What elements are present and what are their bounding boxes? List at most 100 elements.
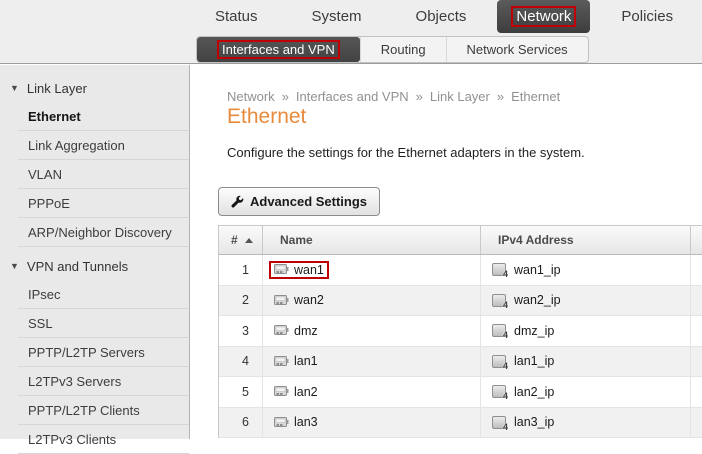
cell-extra xyxy=(691,286,702,317)
sub-tab-interfaces-and-vpn[interactable]: Interfaces and VPN xyxy=(197,37,360,62)
ipv4-address-label: dmz_ip xyxy=(514,324,554,338)
breadcrumb-separator-icon: » xyxy=(497,89,504,104)
page-description: Configure the settings for the Ethernet … xyxy=(227,145,585,160)
breadcrumb-item-ethernet[interactable]: Ethernet xyxy=(511,89,560,104)
top-tab-policies[interactable]: Policies xyxy=(598,0,696,33)
sidebar-item-pppoe[interactable]: PPPoE xyxy=(18,189,189,218)
sidebar-item-label: SSL xyxy=(28,316,53,331)
sidebar-item-label: L2TPv3 Servers xyxy=(28,374,121,389)
cell-number: 4 xyxy=(219,347,263,378)
interface-name: lan1 xyxy=(269,352,323,370)
ipv4-address-label: wan1_ip xyxy=(514,263,561,277)
cell-ipv4: 4wan2_ip xyxy=(481,286,691,317)
breadcrumb-separator-icon: » xyxy=(282,89,289,104)
cell-number: 5 xyxy=(219,377,263,408)
ipv4-object-icon: 4 xyxy=(492,355,506,368)
cell-extra xyxy=(691,316,702,347)
sidebar-item-label: PPPoE xyxy=(28,196,70,211)
top-tab-system[interactable]: System xyxy=(289,0,385,33)
advanced-settings-label: Advanced Settings xyxy=(250,194,367,209)
triangle-down-icon: ▼ xyxy=(10,262,19,271)
sidebar-item-label: L2TPv3 Clients xyxy=(28,432,116,447)
sidebar-item-vlan[interactable]: VLAN xyxy=(18,160,189,189)
table-row-lan1[interactable]: 4 lan1 4 lan1_ip xyxy=(219,347,702,378)
interface-name-label: lan1 xyxy=(294,354,318,368)
sub-tab-label: Routing xyxy=(381,42,426,57)
ipv4-address-label: lan3_ip xyxy=(514,415,554,429)
breadcrumb-separator-icon: » xyxy=(416,89,423,104)
ipv4-icon-subscript: 4 xyxy=(503,331,508,340)
network-adapter-icon xyxy=(274,294,289,307)
sidebar: ▼Link Layer Ethernet Link AggregationVLAN P… xyxy=(0,65,190,439)
sidebar-item-link-aggregation[interactable]: Link Aggregation xyxy=(18,131,189,160)
sidebar-item-pptp-l2tp-servers[interactable]: PPTP/L2TP Servers xyxy=(18,338,189,367)
sub-tab-label: Interfaces and VPN xyxy=(217,40,340,59)
table-row-lan3[interactable]: 6lan34lan3_ip xyxy=(219,408,702,439)
table-row-lan2[interactable]: 5lan24lan2_ip xyxy=(219,377,702,408)
top-tab-objects[interactable]: Objects xyxy=(393,0,490,33)
cell-extra xyxy=(691,255,702,286)
interface-name: wan2 xyxy=(269,291,329,309)
top-tab-status[interactable]: Status xyxy=(192,0,281,33)
sidebar-item-pptp-l2tp-clients[interactable]: PPTP/L2TP Clients xyxy=(18,396,189,425)
cell-ipv4: 4 lan3_ip xyxy=(481,408,691,439)
sidebar-item-ethernet[interactable]: Ethernet xyxy=(18,102,189,131)
cell-name: lan3 xyxy=(263,408,481,439)
ipv4-address: 4wan1_ip xyxy=(487,261,566,279)
top-tab-label: System xyxy=(312,8,362,25)
interfaces-table: #NameIPv4 Address 1wan14wan1_ip2wan24wan… xyxy=(218,225,702,438)
sidebar-item-label: ARP/Neighbor Discovery xyxy=(28,225,172,240)
page: { "colors": { "annotation_red": "#c00000… xyxy=(0,0,702,439)
interface-name-label: wan2 xyxy=(294,293,324,307)
page-title: Ethernet xyxy=(227,105,306,129)
ipv4-address-label: wan2_ip xyxy=(514,293,561,307)
cell-number: 3 xyxy=(219,316,263,347)
column-header-extra[interactable]: # xyxy=(219,225,263,255)
sidebar-nav: ▼Link Layer Ethernet Link AggregationVLAN P… xyxy=(0,75,189,454)
table-row-dmz[interactable]: 3 dmz 4 dmz_ip xyxy=(219,316,702,347)
cell-name: lan1 xyxy=(263,347,481,378)
ipv4-object-icon: 4 xyxy=(492,324,506,337)
top-tab-network[interactable]: Network xyxy=(497,0,590,33)
breadcrumb-item-link-layer[interactable]: Link Layer xyxy=(430,89,490,104)
sidebar-item-arp-neighbor-discovery[interactable]: ARP/Neighbor Discovery xyxy=(18,218,189,247)
column-header-label: # xyxy=(231,233,238,247)
column-header-name[interactable]: Name xyxy=(263,225,481,255)
interface-name-label: lan2 xyxy=(294,385,318,399)
table-row-wan2[interactable]: 2wan24wan2_ip xyxy=(219,286,702,317)
column-header-ipv4-address[interactable]: IPv4 Address xyxy=(481,225,691,255)
ipv4-address-label: lan1_ip xyxy=(514,354,554,368)
cell-name: lan2 xyxy=(263,377,481,408)
table-row-wan1[interactable]: 1 wan1 4wan1_ip xyxy=(219,255,702,286)
sidebar-item-label: Ethernet xyxy=(28,109,81,124)
sidebar-item-label: IPsec xyxy=(28,287,61,302)
ipv4-address: 4 dmz_ip xyxy=(487,322,559,340)
cell-number: 1 xyxy=(219,255,263,286)
sidebar-item-ipsec[interactable]: IPsec xyxy=(18,280,189,309)
breadcrumb-item-network[interactable]: Network xyxy=(227,89,275,104)
interface-name: wan1 xyxy=(269,261,329,279)
advanced-settings-button[interactable]: Advanced Settings xyxy=(218,187,380,216)
sidebar-section-link-layer[interactable]: ▼Link Layer xyxy=(0,75,189,102)
sidebar-item-ssl[interactable]: SSL xyxy=(18,309,189,338)
network-adapter-icon xyxy=(274,263,289,276)
cell-name: dmz xyxy=(263,316,481,347)
interface-name: dmz xyxy=(269,322,323,340)
column-header-label: Name xyxy=(280,233,313,247)
network-adapter-icon xyxy=(274,324,289,337)
sidebar-section-label: VPN and Tunnels xyxy=(27,259,128,274)
column-header-extra[interactable] xyxy=(691,225,702,255)
sub-tab-routing[interactable]: Routing xyxy=(360,37,446,62)
sub-tab-network-services[interactable]: Network Services xyxy=(446,37,588,62)
wrench-icon xyxy=(231,195,244,208)
sidebar-item-l2tpv3-clients[interactable]: L2TPv3 Clients xyxy=(18,425,189,454)
sidebar-item-l2tpv3-servers[interactable]: L2TPv3 Servers xyxy=(18,367,189,396)
top-tab-label: Objects xyxy=(416,8,467,25)
breadcrumb-item-interfaces-and-vpn[interactable]: Interfaces and VPN xyxy=(296,89,409,104)
sidebar-section-vpn-and-tunnels[interactable]: ▼ VPN and Tunnels xyxy=(0,253,189,280)
sort-ascending-icon xyxy=(245,238,253,243)
breadcrumb: Network » Interfaces and VPN » Link Layer » Et… xyxy=(227,89,560,104)
ipv4-address: 4 lan1_ip xyxy=(487,352,559,370)
ipv4-object-icon: 4 xyxy=(492,416,506,429)
cell-extra xyxy=(691,408,702,439)
